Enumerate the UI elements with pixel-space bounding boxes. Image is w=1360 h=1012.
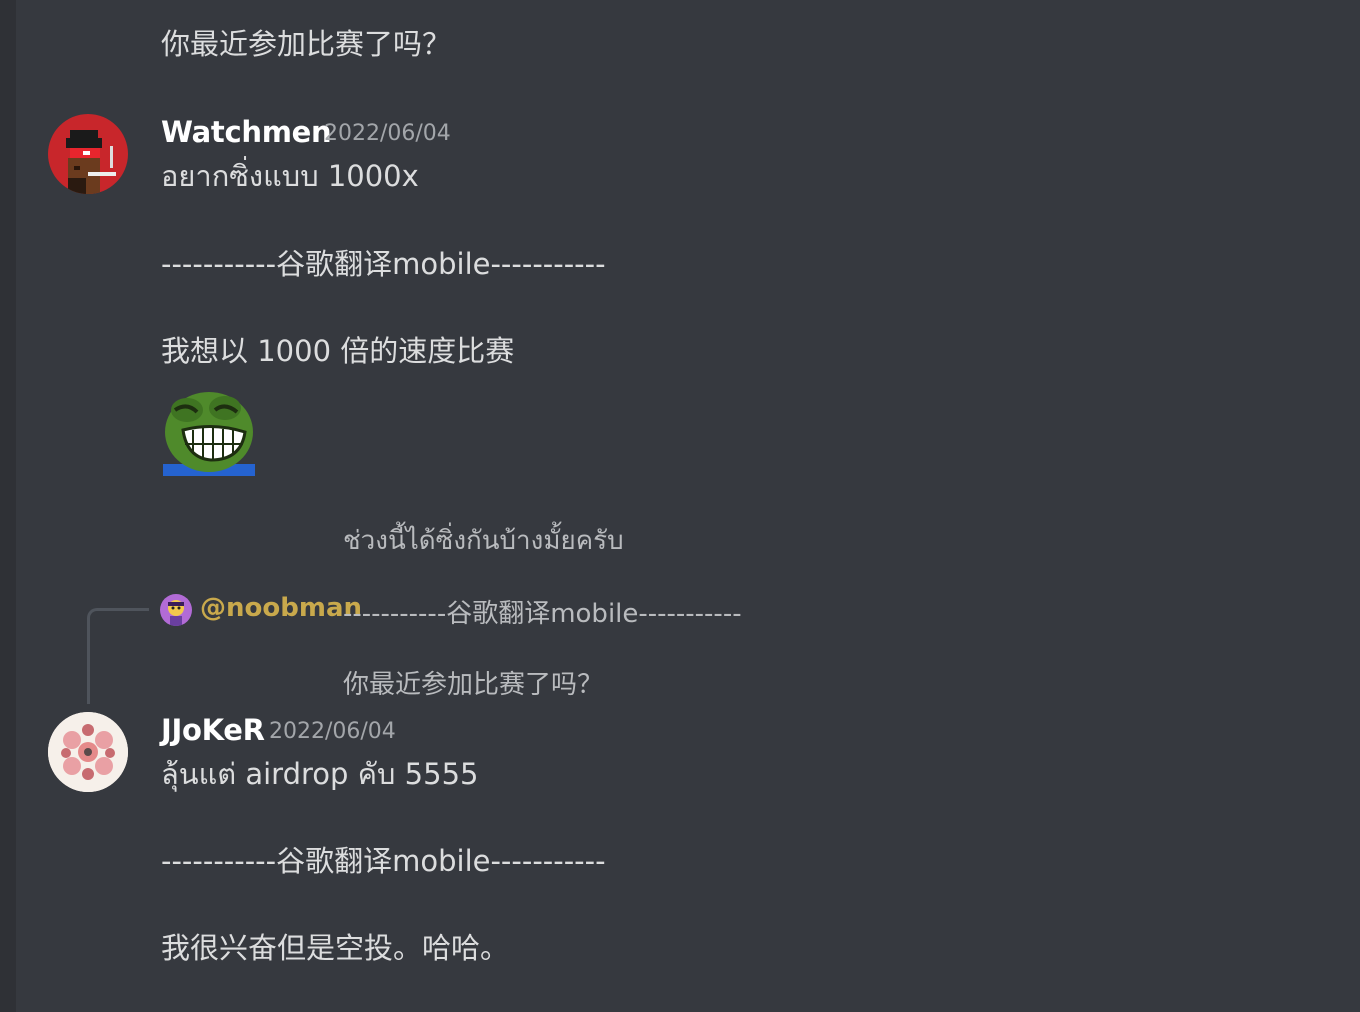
cartoon-avatar-icon — [160, 594, 192, 626]
message-text: ลุ้นแต่ airdrop คับ 5555 — [161, 757, 479, 791]
message-text: -----------谷歌翻译mobile----------- — [161, 844, 606, 878]
reply-mention[interactable]: @noobman — [200, 593, 362, 623]
pixel-punk-avatar-icon — [48, 114, 128, 194]
left-edge-strip — [0, 0, 16, 1012]
quoted-text: 你最近参加比赛了吗？ — [343, 670, 604, 700]
username-jjoker[interactable]: JJoKeR — [161, 713, 265, 747]
message-text: 你最近参加比赛了吗？ — [161, 27, 452, 61]
message-text: -----------谷歌翻译mobile----------- — [161, 247, 606, 281]
avatar-watchmen[interactable] — [48, 114, 128, 194]
message-text: อยากซิ่งแบบ 1000x — [161, 159, 419, 193]
username-watchmen[interactable]: Watchmen — [161, 115, 332, 149]
message-timestamp: 2022/06/04 — [324, 121, 451, 146]
floral-avatar-icon — [48, 712, 128, 792]
reply-connector — [87, 608, 149, 704]
reply-preview-text[interactable]: -----------谷歌翻译mobile----------- — [343, 593, 742, 630]
message-text: 我想以 1000 倍的速度比赛 — [161, 334, 515, 368]
pepe-laugh-icon — [163, 392, 255, 476]
message-timestamp: 2022/06/04 — [269, 719, 396, 744]
avatar-jjoker[interactable] — [48, 712, 128, 792]
pepe-laugh-emoji[interactable] — [163, 388, 255, 476]
quoted-text: ช่วงนี้ได้ซิ่งกันบ้างมั้ยครับ — [343, 526, 624, 556]
message-text: 我很兴奋但是空投。哈哈。 — [161, 931, 510, 965]
avatar-noobman-small[interactable] — [160, 594, 192, 626]
chat-messages-area: 你最近参加比赛了吗？ Watchmen 2022/06/04 อยากซิ่งแ… — [16, 0, 1360, 1012]
